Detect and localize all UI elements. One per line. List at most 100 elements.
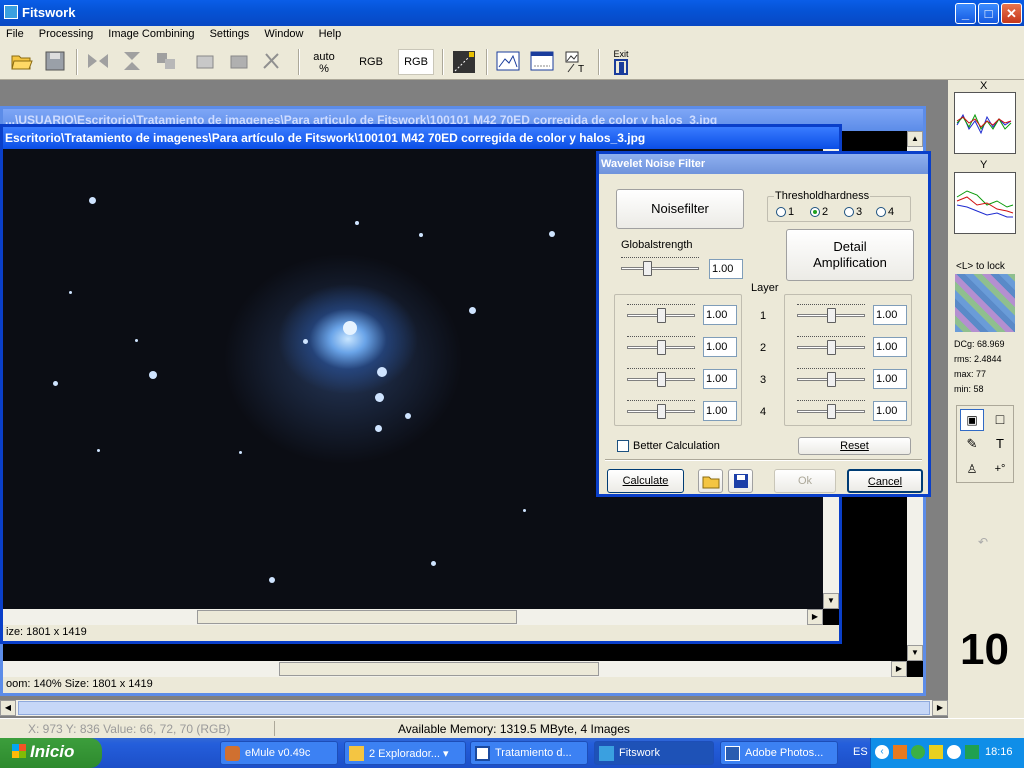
wavelet-noise-filter-dialog[interactable]: Wavelet Noise Filter Noisefilter Thresho… <box>596 151 931 497</box>
detail-layer-4-slider[interactable] <box>795 400 867 422</box>
back-scroll-thumb[interactable] <box>279 662 599 676</box>
front-scroll-right-button[interactable]: ▶ <box>807 609 823 625</box>
tray-back-icon[interactable]: ‹ <box>875 745 889 759</box>
flip-vertical-icon[interactable] <box>118 49 146 75</box>
front-scroll-down-button[interactable]: ▼ <box>823 593 839 609</box>
y-profile-graph <box>954 172 1016 234</box>
clock[interactable]: 18:16 <box>985 746 1013 758</box>
back-scroll-up-button[interactable]: ▲ <box>907 131 923 147</box>
menu-help[interactable]: Help <box>313 26 348 40</box>
y-profile-label: Y <box>980 159 988 171</box>
menu-file[interactable]: File <box>0 26 30 40</box>
better-calculation-checkbox[interactable]: Better Calculation <box>617 440 720 453</box>
minimize-button[interactable]: _ <box>955 3 976 24</box>
noise-layer-1-input[interactable]: 1.00 <box>703 305 737 325</box>
ok-button[interactable]: Ok <box>774 469 836 493</box>
noise-layer-3-slider[interactable] <box>625 368 697 390</box>
workspace-horizontal-scrollbar[interactable]: ◀ ▶ <box>0 700 948 716</box>
dialog-title[interactable]: Wavelet Noise Filter <box>599 154 928 174</box>
amplification-label: Amplification <box>813 255 887 270</box>
pipette-tool-icon[interactable]: ✎ <box>960 434 984 456</box>
calculate-button[interactable]: Calculate <box>607 469 684 493</box>
detail-layer-1-input[interactable]: 1.00 <box>873 305 907 325</box>
rotate-icon[interactable] <box>152 49 180 75</box>
x-profile-label: X <box>980 80 988 92</box>
threshold-option-1[interactable]: 1 <box>776 206 794 218</box>
tray-app-icon-4[interactable] <box>947 745 961 759</box>
rgb-button[interactable]: RGB <box>352 49 390 75</box>
threshold-option-4[interactable]: 4 <box>876 206 894 218</box>
detail-layer-3-slider[interactable] <box>795 368 867 390</box>
noisefilter-button[interactable]: Noisefilter <box>616 189 744 229</box>
save-icon[interactable] <box>728 469 753 493</box>
back-horizontal-scrollbar[interactable]: ▶ <box>3 661 907 677</box>
threshold-option-2[interactable]: 2 <box>810 206 828 218</box>
undo-icon[interactable]: ↶ <box>978 535 988 549</box>
flip-horizontal-icon[interactable] <box>84 49 112 75</box>
globalstrength-slider[interactable] <box>619 257 701 279</box>
task-emule[interactable]: eMule v0.49c <box>220 741 338 765</box>
tray-app-icon-2[interactable] <box>911 745 925 759</box>
cancel-button[interactable]: Cancel <box>847 469 923 493</box>
auto-unit: % <box>319 63 329 75</box>
close-button[interactable]: ✕ <box>1001 3 1022 24</box>
point-tool-icon[interactable]: +° <box>988 459 1012 481</box>
paste-window-icon[interactable] <box>226 49 252 75</box>
open-folder-icon[interactable] <box>698 469 723 493</box>
detail-layer-2-slider[interactable] <box>795 336 867 358</box>
rgb-toggle-button[interactable]: RGB <box>398 49 434 75</box>
rms-value: rms: 2.4844 <box>954 354 1002 364</box>
front-horizontal-scrollbar[interactable]: ▶ <box>3 609 823 625</box>
detail-layer-3-input[interactable]: 1.00 <box>873 369 907 389</box>
noise-layer-4-input[interactable]: 1.00 <box>703 401 737 421</box>
back-scroll-down-button[interactable]: ▼ <box>907 645 923 661</box>
menu-window[interactable]: Window <box>258 26 309 40</box>
noise-layer-3-input[interactable]: 1.00 <box>703 369 737 389</box>
menu-image-combining[interactable]: Image Combining <box>102 26 200 40</box>
levels-icon[interactable] <box>450 49 478 75</box>
image-tool-icon[interactable]: ▣ <box>960 409 984 431</box>
language-indicator[interactable]: ES <box>853 746 868 758</box>
detail-layer-1-slider[interactable] <box>795 304 867 326</box>
rectangle-tool-icon[interactable]: □ <box>988 409 1012 431</box>
task-fitswork[interactable]: Fitswork <box>594 741 714 765</box>
globalstrength-input[interactable]: 1.00 <box>709 259 743 279</box>
task-explorer[interactable]: 2 Explorador... ▾ <box>344 741 466 765</box>
save-icon[interactable] <box>42 49 68 75</box>
task-photoshop[interactable]: Adobe Photos... <box>720 741 838 765</box>
tray-app-icon-1[interactable] <box>893 745 907 759</box>
task-word[interactable]: Tratamiento d... <box>470 741 588 765</box>
curve-icon[interactable] <box>528 49 556 75</box>
back-scroll-right-button[interactable]: ▶ <box>891 661 907 677</box>
exit-button[interactable]: Exit <box>606 48 636 75</box>
maximize-button[interactable]: □ <box>978 3 999 24</box>
workspace-scroll-thumb[interactable] <box>18 701 930 715</box>
detail-layer-4-input[interactable]: 1.00 <box>873 401 907 421</box>
menu-settings[interactable]: Settings <box>204 26 256 40</box>
threshold-option-3[interactable]: 3 <box>844 206 862 218</box>
reset-button[interactable]: Reset <box>798 437 911 455</box>
image-text-icon[interactable]: T <box>562 49 590 75</box>
noise-layer-2-slider[interactable] <box>625 336 697 358</box>
stamp-tool-icon[interactable]: ♙ <box>960 459 984 481</box>
noise-layer-4-slider[interactable] <box>625 400 697 422</box>
detail-layer-2-input[interactable]: 1.00 <box>873 337 907 357</box>
image-window-front-title[interactable]: Escritorio\Tratamiento de imagenes\Para … <box>3 127 839 149</box>
front-scroll-thumb[interactable] <box>197 610 517 624</box>
workspace-scroll-right-button[interactable]: ▶ <box>932 700 948 716</box>
tray-app-icon-5[interactable] <box>965 745 979 759</box>
noise-layer-2-input[interactable]: 1.00 <box>703 337 737 357</box>
tray-app-icon-3[interactable] <box>929 745 943 759</box>
auto-stretch-button[interactable]: auto% <box>306 50 342 76</box>
menu-processing[interactable]: Processing <box>33 26 99 40</box>
copy-window-icon[interactable] <box>192 49 218 75</box>
app-titlebar[interactable]: Fitswork _ □ ✕ <box>0 0 1024 26</box>
detail-amplification-button[interactable]: Detail Amplification <box>786 229 914 281</box>
noise-layer-1-slider[interactable] <box>625 304 697 326</box>
workspace-scroll-left-button[interactable]: ◀ <box>0 700 16 716</box>
start-button[interactable]: Inicio <box>0 738 102 768</box>
crop-icon[interactable] <box>258 49 284 75</box>
text-tool-icon[interactable]: T <box>988 434 1012 456</box>
histogram-icon[interactable] <box>494 49 522 75</box>
open-folder-icon[interactable] <box>8 49 36 75</box>
